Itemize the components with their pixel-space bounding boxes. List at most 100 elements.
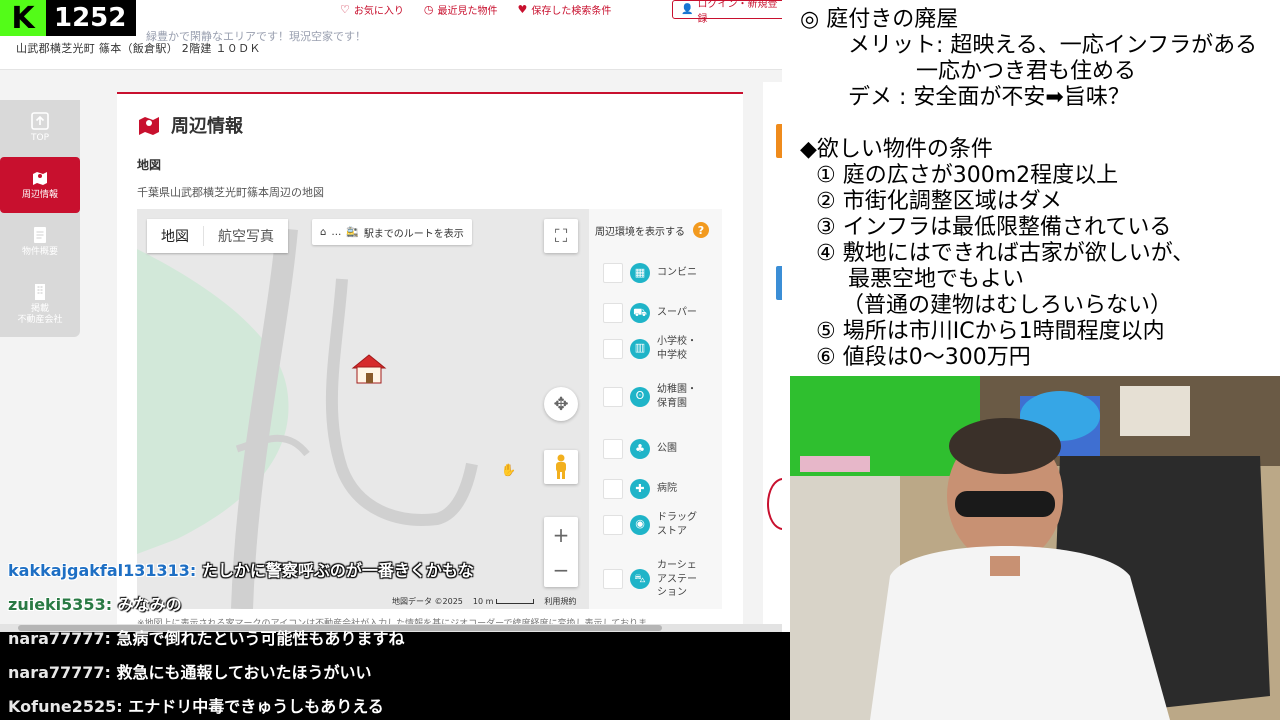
cart-icon: ⛟ (630, 303, 650, 323)
kindergarten-icon: ʘ (630, 386, 650, 407)
poi-checkbox[interactable] (603, 386, 623, 407)
map-type-aerial[interactable]: 航空写真 (204, 226, 288, 246)
nav-saved-searches-label: 保存した検索条件 (531, 5, 612, 17)
stream-screen: ♡ お気に入り ◷ 最近見た物件 ♥ 保存した検索条件 👤 ログイン・新規登録 … (0, 0, 1280, 720)
poi-label: 小学校・ 中学校 (657, 336, 697, 361)
person-icon: 👤 (681, 4, 694, 15)
chat-message: nara77777: 急病で倒れたという可能性もありますね (8, 625, 405, 649)
condition-item: ④ 敷地にはできれば古家が欲しいが、 (816, 241, 1195, 266)
route-label: 駅までのルートを表示 (363, 228, 464, 240)
hospital-icon: ✚ (630, 479, 650, 499)
poi-label: 公園 (657, 443, 677, 455)
condition-item: ① 庭の広さが300m2程度以上 (816, 163, 1119, 188)
sidebar-item-label: 物件概要 (21, 247, 58, 258)
map-view[interactable]: 地図 航空写真 ⌂ … 🚉 駅までのルートを表示 ⛶ ✥ + − ✋ 地図データ… (137, 209, 589, 609)
property-house-marker[interactable] (349, 351, 389, 387)
nav-recently-viewed-label: 最近見た物件 (437, 5, 498, 17)
poi-checkbox[interactable] (603, 514, 623, 535)
webcam-feed (790, 376, 1280, 720)
poi-label: スーパー (657, 307, 697, 319)
nav-saved-searches[interactable]: ♥ 保存した検索条件 (507, 0, 621, 18)
poi-option-kindergarten[interactable]: ʘ 幼稚園・ 保育園 (603, 383, 697, 410)
pill-icon: ◉ (630, 514, 650, 535)
condition-item: ⑥ 値段は0～300万円 (816, 345, 1031, 370)
webcam-image (790, 376, 1280, 720)
poi-option-drugstore[interactable]: ◉ ドラッグ ストア (603, 511, 697, 538)
street-view-pegman[interactable] (544, 450, 578, 484)
chat-username: zuieki5353: (8, 595, 113, 614)
notes-panel: ◎ 庭付きの廃屋 メリット: 超映える、一応インフラがある 一応かつき君も住める… (782, 0, 1280, 376)
notes-merit: メリット: 超映える、一応インフラがある (848, 33, 1258, 58)
help-icon[interactable]: ? (693, 222, 709, 238)
sidebar-item-surroundings[interactable]: 周辺情報 (0, 157, 80, 213)
house-icon: ⌂ (320, 226, 327, 238)
map-attribution: 地図データ ©2025 10 m 利用規約 (392, 596, 576, 607)
condition-item-cont: 最悪空地でもよい (848, 267, 1025, 292)
map-type-map[interactable]: 地図 (147, 226, 204, 246)
chat-message: kakkajgakfal131313: たしかに警察呼ぶのが一番きくかもな (8, 557, 474, 581)
sidebar-item-agency[interactable]: 掲載 不動産会社 (0, 272, 80, 336)
map-heading: 地図 (137, 158, 162, 172)
chat-message: nara77777: 救急にも通報しておいたほうがいい (8, 659, 372, 683)
chat-text: エナドリ中毒できゅうしもありえる (128, 697, 384, 716)
map-pin-icon (33, 172, 47, 186)
bookmark-icon: ♥ (517, 2, 528, 16)
hand-cursor-icon: ✋ (501, 463, 516, 477)
conditions-title: ◆欲しい物件の条件 (800, 137, 993, 162)
viewer-counter: K 1252 (0, 0, 137, 36)
nav-recently-viewed[interactable]: ◷ 最近見た物件 (414, 0, 508, 18)
poi-checkbox[interactable] (603, 439, 623, 459)
notes-demerit: デメ : 安全面が不安➡旨味？ (848, 85, 1130, 110)
poi-option-school[interactable]: ▥ 小学校・ 中学校 (603, 335, 697, 362)
kick-logo-icon: K (0, 0, 46, 36)
map-terms-link[interactable]: 利用規約 (544, 596, 576, 607)
chat-username: kakkajgakfal131313: (8, 561, 197, 580)
poi-checkbox[interactable] (603, 263, 623, 283)
pan-control[interactable]: ✥ (544, 387, 578, 421)
poi-checkbox[interactable] (603, 338, 623, 359)
fullscreen-button[interactable]: ⛶ (544, 219, 578, 253)
poi-option-hospital[interactable]: ✚ 病院 (603, 479, 677, 499)
sidebar-item-label: TOP (30, 133, 49, 144)
chat-text: たしかに警察呼ぶのが一番きくかもな (201, 561, 474, 580)
zoom-control: + − (544, 517, 578, 587)
map-background (137, 209, 589, 609)
login-button[interactable]: 👤 ログイン・新規登録 (672, 0, 782, 25)
zoom-in-button[interactable]: + (544, 517, 578, 552)
chat-message: zuieki5353: みなみの (8, 591, 182, 615)
top-nav: ♡ お気に入り ◷ 最近見た物件 ♥ 保存した検索条件 (330, 0, 621, 18)
poi-checkbox[interactable] (603, 569, 623, 590)
poi-option-supermarket[interactable]: ⛟ スーパー (603, 303, 697, 323)
zoom-out-button[interactable]: − (544, 552, 578, 587)
pan-arrows-icon: ✥ (553, 393, 569, 415)
nav-favorites-label: お気に入り (353, 5, 404, 17)
sidebar-item-label: 周辺情報 (21, 190, 58, 201)
poi-header: 周辺環境を表示する ? (595, 222, 709, 238)
poi-panel: 周辺環境を表示する ? ▦ コンビニ ⛟ スーパー ▥ 小学校・ 中学校 ʘ 幼… (589, 209, 722, 609)
document-icon (34, 227, 46, 244)
poi-option-park[interactable]: ♣ 公園 (603, 439, 677, 459)
map-scale: 10 m (473, 597, 535, 606)
poi-label: カーシェ アステー ション (657, 560, 697, 598)
route-to-station-button[interactable]: ⌂ … 🚉 駅までのルートを表示 (312, 219, 472, 245)
nav-favorites[interactable]: ♡ お気に入り (330, 0, 414, 18)
sidebar-item-top[interactable]: TOP (0, 100, 80, 156)
train-icon: 🚉 (346, 226, 359, 238)
tree-icon: ♣ (630, 439, 650, 459)
clock-icon: ◷ (423, 2, 434, 16)
sidebar-item-overview[interactable]: 物件概要 (0, 214, 80, 270)
chat-username: Kofune2525: (8, 697, 123, 716)
poi-option-convenience[interactable]: ▦ コンビニ (603, 263, 697, 283)
chat-text: 救急にも通報しておいたほうがいい (116, 663, 372, 682)
map-data-credit: 地図データ ©2025 (392, 597, 463, 606)
section-title: 周辺情報 (137, 112, 243, 138)
poi-option-carshare[interactable]: ⛍ カーシェ アステー ション (603, 559, 697, 600)
poi-checkbox[interactable] (603, 303, 623, 323)
convenience-store-icon: ▦ (630, 263, 650, 283)
chat-text: 急病で倒れたという可能性もありますね (116, 629, 405, 648)
heart-icon: ♡ (340, 2, 350, 16)
poi-checkbox[interactable] (603, 479, 623, 499)
condition-item-cont: （普通の建物はむしろいらない） (842, 293, 1173, 318)
chat-username: nara77777: (8, 663, 111, 682)
scale-bar (496, 599, 535, 604)
